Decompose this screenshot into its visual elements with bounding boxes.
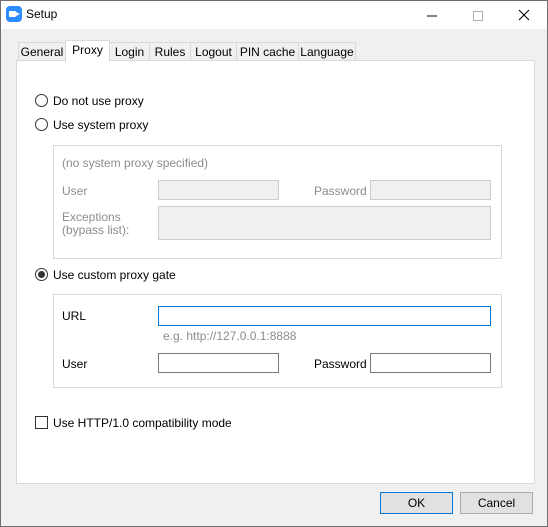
exceptions-field[interactable] xyxy=(158,206,491,240)
system-password-label: Password xyxy=(314,184,367,198)
http10-checkbox[interactable] xyxy=(35,416,48,429)
setup-window: Setup General Proxy Login Rules Logout P… xyxy=(0,0,548,527)
maximize-icon[interactable] xyxy=(455,1,501,29)
http10-label[interactable]: Use HTTP/1.0 compatibility mode xyxy=(53,416,232,430)
tab-pin-cache[interactable]: PIN cache xyxy=(236,42,299,60)
system-proxy-group: (no system proxy specified) User Passwor… xyxy=(53,145,502,259)
custom-password-input[interactable] xyxy=(370,353,491,373)
app-icon xyxy=(6,6,22,22)
tab-rules[interactable]: Rules xyxy=(149,42,191,60)
minimize-icon[interactable] xyxy=(409,1,455,29)
bypass-list-label: (bypass list): xyxy=(62,223,130,237)
url-hint: e.g. http://127.0.0.1:8888 xyxy=(163,329,297,343)
exceptions-label: Exceptions xyxy=(62,210,121,224)
ok-button[interactable]: OK xyxy=(380,492,453,514)
tab-language[interactable]: Language xyxy=(298,42,356,60)
radio-system-proxy-label[interactable]: Use system proxy xyxy=(53,118,148,132)
close-icon[interactable] xyxy=(501,1,547,29)
system-user-field[interactable] xyxy=(158,180,279,200)
system-user-label: User xyxy=(62,184,88,198)
radio-no-proxy-label[interactable]: Do not use proxy xyxy=(53,94,144,108)
custom-password-label: Password xyxy=(314,357,367,371)
radio-custom-proxy[interactable] xyxy=(35,268,48,281)
title-bar[interactable]: Setup xyxy=(1,1,547,29)
radio-custom-proxy-label[interactable]: Use custom proxy gate xyxy=(53,268,176,282)
url-input[interactable] xyxy=(158,306,491,326)
custom-proxy-group: URL e.g. http://127.0.0.1:8888 User Pass… xyxy=(53,294,502,388)
custom-user-label: User xyxy=(62,357,88,371)
custom-user-input[interactable] xyxy=(158,353,279,373)
radio-system-proxy[interactable] xyxy=(35,118,48,131)
tab-general[interactable]: General xyxy=(18,42,66,60)
tab-login[interactable]: Login xyxy=(109,42,150,60)
system-password-field[interactable] xyxy=(370,180,491,200)
radio-no-proxy[interactable] xyxy=(35,94,48,107)
window-title: Setup xyxy=(26,7,58,21)
cancel-button[interactable]: Cancel xyxy=(460,492,533,514)
system-proxy-note: (no system proxy specified) xyxy=(62,156,209,170)
url-label: URL xyxy=(62,309,87,323)
proxy-panel: Do not use proxy Use system proxy (no sy… xyxy=(16,60,535,484)
tab-proxy[interactable]: Proxy xyxy=(65,40,110,62)
tab-logout[interactable]: Logout xyxy=(190,42,237,60)
